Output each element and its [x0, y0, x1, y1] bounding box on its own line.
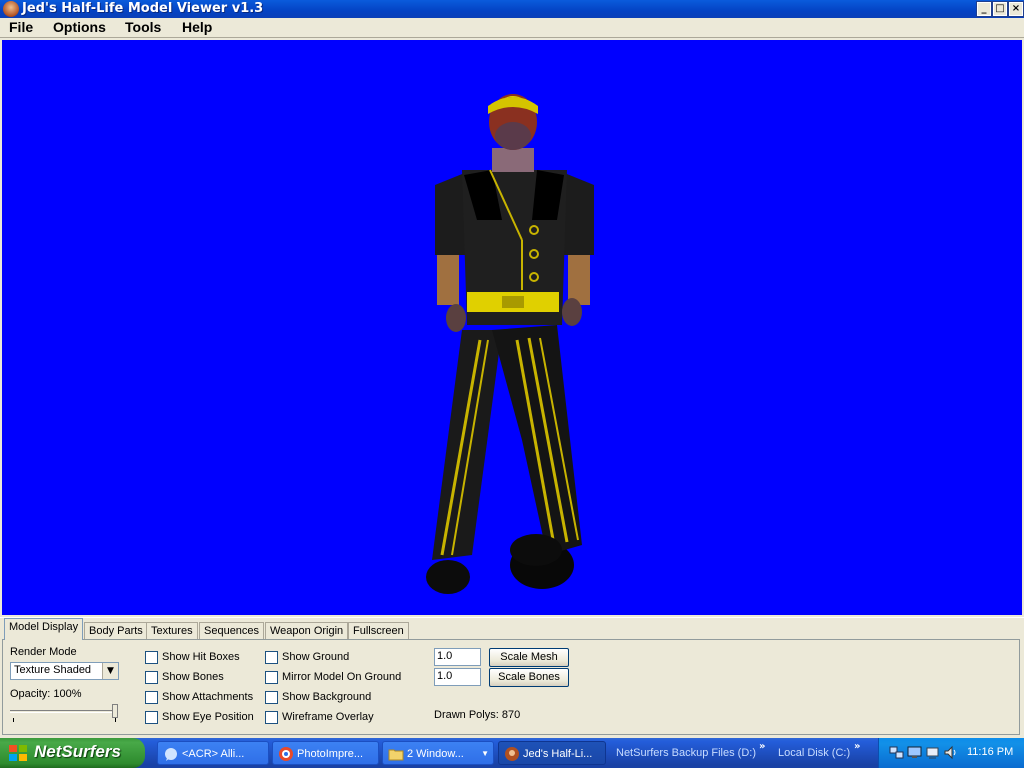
chevron-right-icon[interactable]: » — [759, 741, 765, 752]
quicklink-local-disk[interactable]: Local Disk (C:) — [778, 741, 850, 765]
render-mode-value: Texture Shaded — [14, 664, 92, 676]
model-viewer-icon — [505, 747, 519, 761]
show-attachments-checkbox[interactable] — [145, 691, 158, 704]
title-bar: Jed's Half-Life Model Viewer v1.3 _ □ × — [0, 0, 1024, 18]
show-bones-label: Show Bones — [162, 671, 224, 683]
character-model — [426, 94, 594, 594]
render-mode-label: Render Mode — [10, 646, 77, 658]
maximize-button[interactable]: □ — [992, 1, 1008, 17]
tab-body-parts[interactable]: Body Parts — [84, 622, 148, 640]
show-background-label: Show Background — [282, 691, 372, 703]
tab-fullscreen[interactable]: Fullscreen — [348, 622, 409, 640]
opacity-label: Opacity: 100% — [10, 688, 82, 700]
menu-help[interactable]: Help — [182, 19, 212, 35]
tab-model-display[interactable]: Model Display — [4, 618, 84, 640]
taskbar-item-label: <ACR> Alli... — [182, 748, 245, 760]
tab-sequences[interactable]: Sequences — [199, 622, 265, 640]
scale-bones-input[interactable]: 1.0 — [434, 668, 481, 686]
group-dropdown-icon: ▼ — [481, 749, 489, 758]
scale-mesh-input[interactable]: 1.0 — [434, 648, 481, 666]
scale-bones-button[interactable]: Scale Bones — [489, 668, 569, 687]
opacity-slider-track[interactable] — [10, 710, 118, 713]
chat-icon — [165, 748, 177, 761]
chevron-down-icon[interactable]: ▼ — [102, 663, 118, 679]
opacity-slider-thumb[interactable] — [112, 704, 118, 718]
wireframe-overlay-checkbox[interactable] — [265, 711, 278, 724]
taskbar-item-acr[interactable]: <ACR> Alli... — [157, 741, 269, 765]
show-hit-boxes-label: Show Hit Boxes — [162, 651, 240, 663]
window-title: Jed's Half-Life Model Viewer v1.3 — [22, 1, 264, 16]
wireframe-overlay-label: Wireframe Overlay — [282, 711, 374, 723]
show-ground-label: Show Ground — [282, 651, 350, 663]
photo-app-icon — [279, 747, 293, 761]
chevron-right-icon[interactable]: » — [854, 741, 860, 752]
minimize-button[interactable]: _ — [976, 1, 992, 17]
tab-textures[interactable]: Textures — [146, 622, 198, 640]
menu-tools[interactable]: Tools — [125, 19, 161, 35]
taskbar-item-model-viewer[interactable]: Jed's Half-Li... — [498, 741, 606, 765]
show-hit-boxes-checkbox[interactable] — [145, 651, 158, 664]
monitor-icon[interactable] — [907, 745, 922, 760]
volume-icon[interactable] — [943, 745, 958, 760]
start-button[interactable]: NetSurfers — [0, 738, 145, 768]
show-bones-checkbox[interactable] — [145, 671, 158, 684]
render-mode-select[interactable]: Texture Shaded ▼ — [10, 662, 119, 680]
slider-tick — [115, 718, 116, 722]
show-attachments-label: Show Attachments — [162, 691, 254, 703]
windows-flag-icon — [9, 745, 27, 761]
show-ground-checkbox[interactable] — [265, 651, 278, 664]
system-tray: 11:16 PM — [878, 738, 1024, 768]
show-background-checkbox[interactable] — [265, 691, 278, 704]
mirror-model-checkbox[interactable] — [265, 671, 278, 684]
taskbar-item-label: Jed's Half-Li... — [523, 748, 593, 760]
model-viewport[interactable] — [2, 40, 1022, 615]
taskbar-item-windows-group[interactable]: 2 Window... ▼ — [382, 741, 494, 765]
taskbar: NetSurfers <ACR> Alli... PhotoImpre... 2… — [0, 738, 1024, 768]
menu-options[interactable]: Options — [53, 19, 106, 35]
slider-tick — [13, 718, 14, 722]
show-eye-position-label: Show Eye Position — [162, 711, 254, 723]
folder-icon — [388, 749, 404, 761]
show-eye-position-checkbox[interactable] — [145, 711, 158, 724]
taskbar-item-label: 2 Window... — [407, 748, 464, 760]
close-button[interactable]: × — [1008, 1, 1024, 17]
scale-mesh-button[interactable]: Scale Mesh — [489, 648, 569, 667]
start-label: NetSurfers — [34, 742, 121, 761]
clock[interactable]: 11:16 PM — [967, 746, 1013, 758]
mirror-model-label: Mirror Model On Ground — [282, 671, 402, 683]
quicklink-backup-drive[interactable]: NetSurfers Backup Files (D:) — [616, 741, 756, 765]
taskbar-item-label: PhotoImpre... — [297, 748, 364, 760]
menu-file[interactable]: File — [9, 19, 33, 35]
network-icon[interactable] — [889, 745, 904, 760]
app-icon — [3, 1, 19, 17]
drawn-polys-label: Drawn Polys: 870 — [434, 709, 521, 721]
tab-weapon-origin[interactable]: Weapon Origin — [265, 622, 349, 640]
control-panel: Model Display Body Parts Textures Sequen… — [0, 617, 1024, 737]
connection-icon[interactable] — [925, 745, 940, 760]
taskbar-item-photoimpression[interactable]: PhotoImpre... — [272, 741, 379, 765]
menu-bar: File Options Tools Help — [0, 18, 1024, 38]
